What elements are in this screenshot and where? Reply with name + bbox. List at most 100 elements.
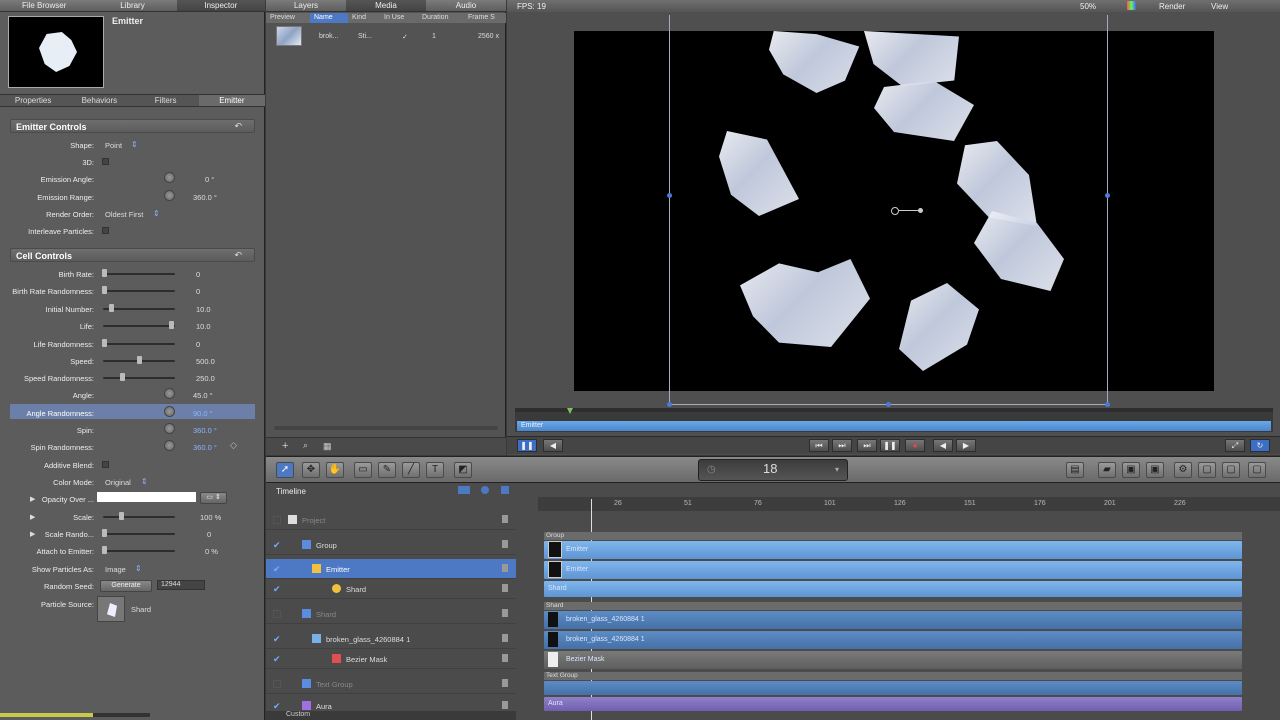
media-scrollbar[interactable] <box>274 426 498 430</box>
additive-blend-checkbox[interactable] <box>102 461 109 468</box>
timeline-footer[interactable]: Custom <box>266 711 516 720</box>
paint-stroke-tool-icon[interactable]: ╱ <box>402 462 420 478</box>
next-frame-icon[interactable]: ▶ <box>956 439 976 452</box>
gradient-presets-button[interactable]: ▭ ⇕ <box>200 492 227 504</box>
mini-timeline-bar[interactable]: Emitter <box>517 421 1271 431</box>
tab-emitter[interactable]: Emitter <box>198 95 265 106</box>
replicate-icon[interactable]: ▢ <box>1198 462 1216 478</box>
cell-param-slider[interactable] <box>103 343 175 345</box>
track-shard-cell[interactable]: Shard <box>544 581 1242 597</box>
pan-tool-icon[interactable]: ✋ <box>326 462 344 478</box>
cell-param-slider[interactable] <box>103 377 175 379</box>
emission-angle-handle-end[interactable] <box>918 208 923 213</box>
timeline-layer-row[interactable]: ✔ Group <box>266 535 516 555</box>
cell-param-value[interactable]: 45.0 ° <box>193 391 213 400</box>
attach-to-emitter-slider[interactable] <box>103 550 175 552</box>
previous-frame-icon[interactable]: ◀ <box>933 439 953 452</box>
layer-visibility-checkbox[interactable]: ✔ <box>273 655 281 664</box>
cell-param-dial[interactable] <box>164 406 175 417</box>
mini-timeline[interactable]: Emitter <box>515 408 1273 432</box>
timeline-layer-row[interactable]: ✔ broken_glass_4260884 1 <box>266 629 516 649</box>
col-frame-size[interactable]: Frame S <box>464 13 506 23</box>
scale-randomness-knob[interactable] <box>102 529 107 537</box>
layer-visibility-checkbox[interactable]: ✔ <box>273 585 281 594</box>
cell-controls-header[interactable]: Cell Controls ↶ <box>10 248 255 262</box>
show-layers-icon[interactable] <box>458 486 470 494</box>
lock-icon[interactable] <box>502 584 508 592</box>
emission-angle-handle[interactable] <box>899 210 919 211</box>
cell-param-slider-knob[interactable] <box>102 286 107 294</box>
loop-toggle-icon[interactable]: ❚❚ <box>517 439 537 452</box>
hud-icon[interactable]: ▤ <box>1066 462 1084 478</box>
cell-param-slider-knob[interactable] <box>137 356 142 364</box>
tab-filters[interactable]: Filters <box>133 95 199 106</box>
bounding-box-handle[interactable] <box>1105 402 1110 407</box>
loop-playback-icon[interactable]: ↻ <box>1250 439 1270 452</box>
col-in-use[interactable]: In Use <box>380 13 418 23</box>
layer-visibility-checkbox[interactable] <box>273 516 281 524</box>
tab-layers[interactable]: Layers <box>266 0 346 11</box>
track-aura[interactable]: Aura <box>544 697 1242 711</box>
timing-display[interactable]: ◷ 18 ▾ <box>698 459 848 481</box>
scale-value[interactable]: 100 % <box>200 513 221 522</box>
layer-visibility-checkbox[interactable]: ✔ <box>273 635 281 644</box>
col-preview[interactable]: Preview <box>266 13 310 23</box>
emission-angle-dial[interactable] <box>164 172 175 183</box>
track-text[interactable] <box>544 681 1242 695</box>
track-emitter[interactable]: Emitter <box>544 541 1242 559</box>
emission-range-dial[interactable] <box>164 190 175 201</box>
keyframe-icon[interactable]: ◇ <box>230 440 237 451</box>
lock-icon[interactable] <box>502 654 508 662</box>
behaviors-icon[interactable]: ⚙ <box>1174 462 1192 478</box>
lock-icon[interactable] <box>502 701 508 709</box>
scale-randomness-slider[interactable] <box>103 533 175 535</box>
emitter-anchor-icon[interactable] <box>891 207 899 215</box>
cell-param-slider[interactable] <box>103 325 175 327</box>
cell-param-slider-knob[interactable] <box>119 373 125 381</box>
lock-icon[interactable] <box>502 515 508 523</box>
lock-icon[interactable] <box>502 609 508 617</box>
layer-visibility-checkbox[interactable]: ✔ <box>273 702 281 711</box>
col-kind[interactable]: Kind <box>348 13 380 23</box>
cell-param-value[interactable]: 0 <box>196 340 200 349</box>
color-mode-popup[interactable]: Original <box>105 478 131 487</box>
timeline-layer-row[interactable]: ✔ Bezier Mask <box>266 649 516 669</box>
lock-icon[interactable] <box>502 634 508 642</box>
attach-to-emitter-value[interactable]: 0 % <box>205 547 218 556</box>
opacity-gradient-field[interactable] <box>97 492 196 502</box>
timeline-layer-row[interactable]: ✔ Shard <box>266 579 516 599</box>
color-channels-icon[interactable] <box>1127 1 1136 10</box>
timeline-layer-row[interactable]: Shard <box>266 604 516 624</box>
layer-visibility-checkbox[interactable]: ✔ <box>273 565 281 574</box>
layer-visibility-checkbox[interactable] <box>273 680 281 688</box>
layer-visibility-checkbox[interactable]: ✔ <box>273 541 281 550</box>
cell-param-dial[interactable] <box>164 440 175 451</box>
fullscreen-icon[interactable]: ⤢ <box>1225 439 1245 452</box>
particle-source-well[interactable] <box>97 596 125 622</box>
tab-behaviors[interactable]: Behaviors <box>66 95 132 106</box>
render-menu[interactable]: Render <box>1159 2 1185 11</box>
rectangle-tool-icon[interactable]: ▭ <box>354 462 372 478</box>
anchor-tool-icon[interactable]: ✥ <box>302 462 320 478</box>
emission-angle-value[interactable]: 0 ° <box>205 175 214 184</box>
reset-icon[interactable]: ↶ <box>234 121 242 132</box>
cell-param-value[interactable]: 500.0 <box>196 357 215 366</box>
show-particles-popup[interactable]: Image <box>105 565 126 574</box>
search-icon[interactable]: ⌕ <box>303 440 308 451</box>
interleave-checkbox[interactable] <box>102 227 109 234</box>
grid-view-icon[interactable]: ▦ <box>323 441 332 452</box>
render-order-popup[interactable]: Oldest First <box>105 210 143 219</box>
shape-popup[interactable]: Point <box>105 141 122 150</box>
attach-to-emitter-knob[interactable] <box>102 546 107 554</box>
cell-param-value[interactable]: 90.0 ° <box>193 409 213 418</box>
timeline-ruler[interactable]: 26 51 76 101 126 151 176 201 226 <box>538 497 1280 511</box>
make-clone-icon[interactable]: ▢ <box>1222 462 1240 478</box>
cell-param-value[interactable]: 0 <box>196 270 200 279</box>
scale-slider[interactable] <box>103 516 175 518</box>
cell-param-value[interactable]: 250.0 <box>196 374 215 383</box>
go-to-start-icon[interactable]: ⏮ <box>809 439 829 452</box>
cell-param-slider-knob[interactable] <box>168 321 174 329</box>
3d-checkbox[interactable] <box>102 158 109 165</box>
timeline-layer-row[interactable]: Project <box>266 510 516 530</box>
tab-file-browser[interactable]: File Browser <box>0 0 88 11</box>
